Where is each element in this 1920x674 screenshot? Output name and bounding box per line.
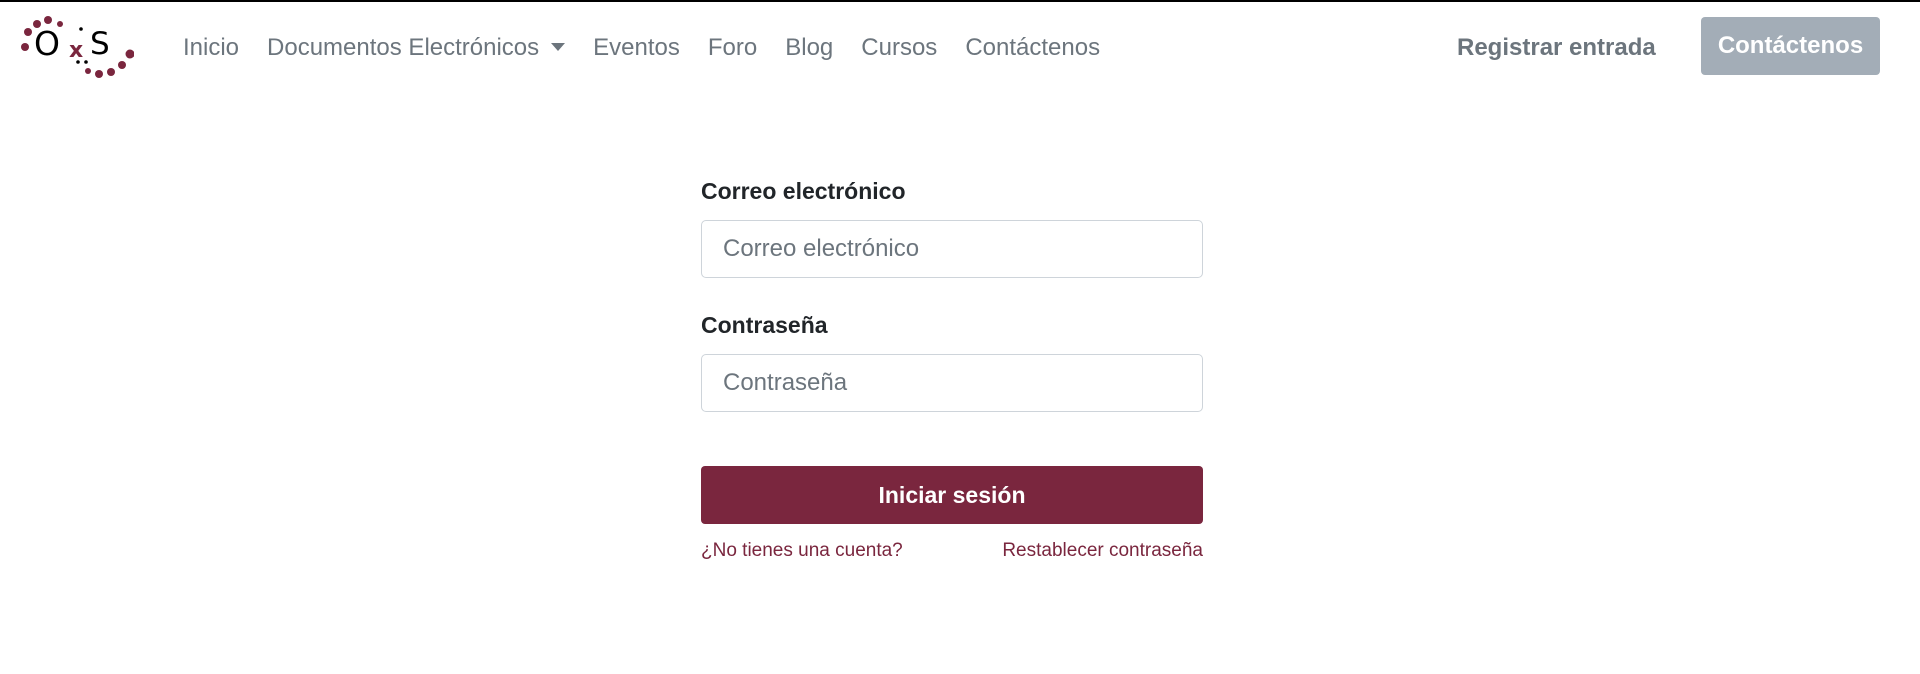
svg-text:O: O (34, 24, 60, 63)
main-nav: Inicio Documentos Electrónicos Eventos F… (172, 30, 1114, 66)
nav-item-contactenos[interactable]: Contáctenos (951, 30, 1114, 66)
nav-item-foro[interactable]: Foro (694, 30, 771, 66)
signup-link[interactable]: ¿No tienes una cuenta? (701, 540, 903, 562)
login-form: Correo electrónico Contraseña Iniciar se… (701, 176, 1203, 562)
nav-item-eventos[interactable]: Eventos (579, 30, 694, 66)
navbar: O x S Inicio Documentos Electrónicos Eve… (0, 2, 1920, 90)
contact-button[interactable]: Contáctenos (1701, 17, 1880, 75)
login-link[interactable]: Registrar entrada (1457, 30, 1656, 66)
email-field[interactable] (701, 220, 1203, 278)
nav-item-blog[interactable]: Blog (771, 30, 847, 66)
nav-item-cursos[interactable]: Cursos (847, 30, 951, 66)
password-label: Contraseña (701, 312, 828, 338)
form-links: ¿No tienes una cuenta? Restablecer contr… (701, 540, 1203, 562)
chevron-down-icon (551, 42, 566, 51)
oxs-logo[interactable]: O x S (20, 14, 134, 78)
nav-item-documentos-electronicos[interactable]: Documentos Electrónicos (253, 30, 579, 66)
reset-password-link[interactable]: Restablecer contraseña (1002, 540, 1203, 562)
svg-text:S: S (90, 26, 110, 62)
svg-text:x: x (69, 38, 83, 63)
password-field[interactable] (701, 354, 1203, 412)
nav-item-label: Documentos Electrónicos (267, 34, 540, 61)
email-label: Correo electrónico (701, 178, 906, 204)
nav-item-inicio[interactable]: Inicio (172, 30, 253, 66)
login-button[interactable]: Iniciar sesión (701, 466, 1203, 524)
